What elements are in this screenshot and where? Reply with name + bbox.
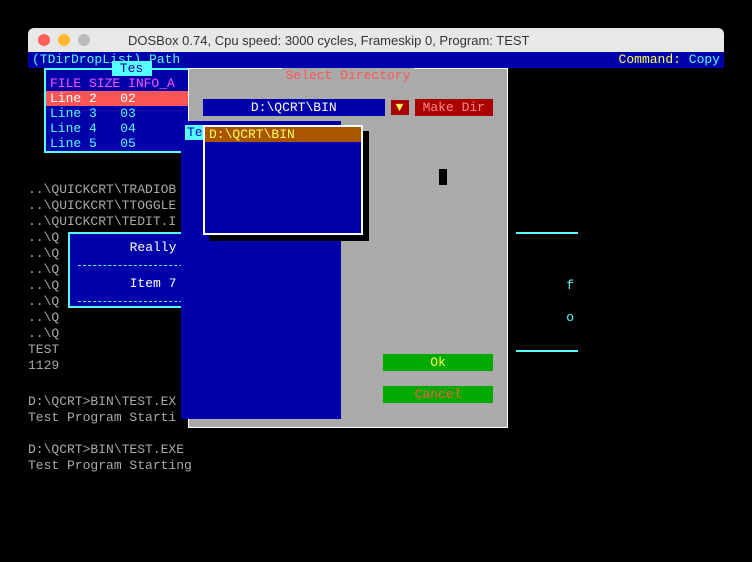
window-title: DOSBox 0.74, Cpu speed: 3000 cycles, Fra… [128, 33, 714, 48]
cancel-button[interactable]: Cancel [383, 386, 493, 403]
bg-text: 1129 [28, 358, 59, 373]
bg-path: ..\QUICKCRT\TEDIT.I [28, 214, 176, 229]
dos-prompt: D:\QCRT>BIN\TEST.EX [28, 394, 176, 409]
minimize-icon[interactable] [58, 34, 70, 46]
bg-path: ..\Q [28, 294, 59, 309]
bg-path: ..\QUICKCRT\TRADIOB [28, 182, 176, 197]
dos-screen: (TDirDropList) Path Command: Copy Tes FI… [28, 52, 724, 532]
bg-path: ..\Q [28, 262, 59, 277]
directory-list[interactable]: D:\QCRT\BIN [203, 125, 363, 235]
bg-path: ..\Q [28, 310, 59, 325]
path-input[interactable]: D:\QCRT\BIN [203, 99, 385, 116]
bg-path: ..\QUICKCRT\TTOGGLE [28, 198, 176, 213]
dos-prompt: D:\QCRT>BIN\TEST.EXE [28, 442, 184, 457]
ok-button[interactable]: Ok [383, 354, 493, 371]
window-titlebar: DOSBox 0.74, Cpu speed: 3000 cycles, Fra… [28, 28, 724, 52]
status-command: Command: Copy [619, 52, 720, 68]
dos-output: Test Program Starting [28, 458, 192, 473]
info-fragment: f o [498, 232, 578, 352]
list-title: Tes [112, 61, 152, 76]
dir-list-label: Te [185, 125, 205, 140]
bg-path: ..\Q [28, 230, 59, 245]
dos-output: Test Program Starti [28, 410, 176, 425]
directory-item[interactable]: D:\QCRT\BIN [205, 127, 361, 142]
bg-text: TEST [28, 342, 59, 357]
bg-path: ..\Q [28, 326, 59, 341]
make-dir-button[interactable]: Make Dir [415, 99, 493, 116]
bg-path: ..\Q [28, 246, 59, 261]
close-icon[interactable] [38, 34, 50, 46]
caret-icon [439, 169, 447, 185]
bg-path: ..\Q [28, 278, 59, 293]
maximize-icon[interactable] [78, 34, 90, 46]
select-directory-dialog: Select Directory D:\QCRT\BIN ▼ Make Dir … [188, 68, 508, 428]
dropdown-icon[interactable]: ▼ [391, 100, 409, 115]
